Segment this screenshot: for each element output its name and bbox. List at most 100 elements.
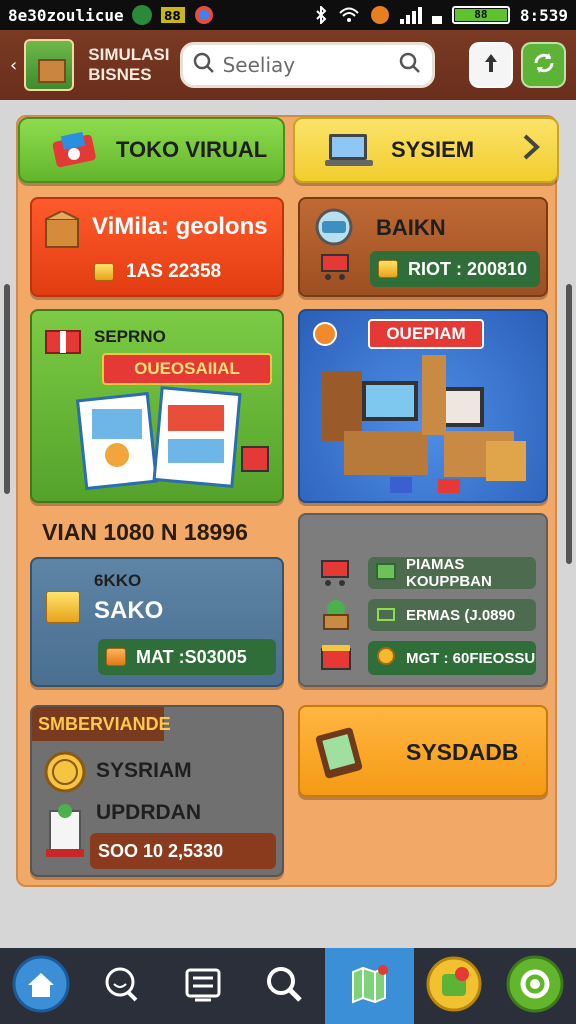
- clock: 8:539: [519, 5, 568, 25]
- nav-settings[interactable]: [495, 948, 576, 1024]
- list-icon: [183, 964, 223, 1008]
- refresh-button[interactable]: [521, 42, 567, 88]
- chevron-left-icon[interactable]: ‹: [10, 55, 20, 76]
- nav-search[interactable]: [244, 948, 325, 1024]
- browser-icon: [194, 5, 214, 25]
- list-pill: PIAMAS KOUPPBAN: [368, 556, 536, 590]
- box-icon: [376, 562, 396, 584]
- basket-icon: [376, 604, 396, 626]
- bank-stat-pill: RIOT : 200810: [370, 251, 540, 287]
- chat-search-icon: [102, 964, 142, 1008]
- chevron-right-icon: [519, 132, 543, 168]
- server-badge: SMBERVIANDE: [32, 707, 171, 741]
- card-stat: RIOT : 200810: [408, 258, 528, 279]
- gold-icon: [378, 260, 398, 278]
- wifi-icon: [338, 6, 360, 24]
- gold-stack-icon: [106, 648, 126, 666]
- laptop-icon: [323, 130, 375, 170]
- store-card[interactable]: OUEPIAM: [298, 309, 548, 503]
- plant-basket-icon: [318, 599, 354, 635]
- sako-stat-pill: MAT :S03005: [98, 639, 276, 675]
- sysadb-button[interactable]: SYSDADB: [298, 705, 548, 797]
- card-stat: SOO 10 2,5330: [98, 840, 224, 861]
- wallet-icon: [426, 956, 482, 1016]
- list-label: ERMAS (J.0890: [406, 606, 516, 624]
- bank-card[interactable]: BAIKN RIOT : 200810: [298, 197, 548, 297]
- sako-card[interactable]: 6KKO SAKO MAT :S03005: [30, 557, 284, 687]
- refresh-icon: [531, 50, 557, 80]
- settings-icon: [506, 955, 564, 1017]
- gift-box-icon: [44, 323, 82, 359]
- search-input[interactable]: Seeliay: [179, 42, 435, 88]
- tab-label: TOKO VIRUAL: [116, 137, 268, 162]
- list-item[interactable]: PIAMAS KOUPPBAN: [318, 556, 544, 591]
- right-scroll-indicator[interactable]: [566, 284, 572, 564]
- tab-toko-virtual[interactable]: TOKO VIRUAL: [18, 117, 285, 183]
- card-title: BAIKN: [376, 215, 446, 240]
- list-item[interactable]: ERMAS (J.0890: [318, 599, 544, 633]
- home-icon: [12, 955, 70, 1017]
- list-item[interactable]: MGT : 60FIEOSSU: [318, 641, 544, 677]
- search-icon: [193, 52, 215, 78]
- notification-icon: [131, 5, 152, 25]
- card-stat: MAT :S03005: [136, 646, 247, 667]
- main-panel: TOKO VIRUAL SYSIEM ViMila: geolons 1AS 2…: [16, 115, 559, 887]
- server-card[interactable]: SMBERVIANDE SYSRIAM UPDRDAN SOO 10 2,533…: [30, 705, 284, 877]
- coin-icon: [44, 751, 86, 797]
- tab-label: SYSIEM: [391, 137, 475, 162]
- tab-sysiem[interactable]: SYSIEM: [293, 117, 559, 183]
- ticket-icon: [48, 130, 100, 170]
- alert-icon: [370, 5, 390, 25]
- cart-icon: [318, 557, 354, 591]
- svg-text:88: 88: [164, 9, 181, 23]
- list-card: PIAMAS KOUPPBAN ERMAS (J.0890 MGT: 60FI…: [298, 513, 548, 687]
- list-label: MGT : 60FIEOSSU: [406, 649, 536, 667]
- list-pill: ERMAS (J.0890: [368, 599, 536, 631]
- section-heading: VIAN 1080 N 18996: [42, 519, 248, 545]
- left-scroll-indicator: [4, 284, 10, 494]
- store-banner: OUEPIAM: [368, 319, 484, 349]
- search-submit-icon[interactable]: [398, 51, 422, 79]
- nav-wallet[interactable]: [414, 948, 495, 1024]
- brochure-illustration: [72, 385, 272, 499]
- bottom-nav: [0, 948, 576, 1024]
- promo-banner: OUEOSAIIAL: [102, 353, 272, 385]
- safe-icon: [314, 207, 354, 251]
- signal-2-icon: [431, 6, 442, 24]
- card-stat: 1AS 22358: [126, 261, 222, 282]
- server-line2: UPDRDAN: [96, 801, 201, 824]
- coin-icon: [376, 646, 396, 670]
- upload-button[interactable]: [468, 42, 514, 88]
- gold-stack-icon: [94, 263, 114, 281]
- promo-card[interactable]: SEPRNO OUEOSAIIAL: [30, 309, 284, 503]
- pin-icon: [312, 321, 338, 351]
- battery-icon: 88: [451, 6, 510, 24]
- search-placeholder: Seeliay: [222, 53, 296, 77]
- sysadb-label: SYSDADB: [406, 739, 519, 765]
- list-label: PIAMAS KOUPPBAN: [406, 556, 492, 590]
- nav-list[interactable]: [162, 948, 243, 1024]
- app-logo: [23, 39, 75, 91]
- crate-icon: [318, 641, 354, 677]
- upload-icon: [479, 51, 503, 79]
- app-header: ‹ SIMULASI BISNES Seeliay: [0, 30, 576, 100]
- server-rack-icon: [44, 803, 86, 865]
- store-illustration: [314, 351, 538, 501]
- sako-line2: SAKO: [94, 597, 164, 624]
- server-line1: SYSRIAM: [96, 759, 192, 782]
- search-icon: [264, 964, 304, 1008]
- status-text: 8e30zoulicue: [8, 5, 124, 25]
- server-stat-pill: SOO 10 2,5330: [90, 833, 276, 869]
- list-pill: MGT : 60FIEOSSU: [368, 641, 536, 675]
- stat-card-orange[interactable]: ViMila: geolons 1AS 22358: [30, 197, 284, 297]
- gold-icon: [46, 591, 80, 623]
- app-notification-icon: 88: [160, 6, 186, 24]
- cart-icon: [318, 251, 354, 285]
- sako-line1: 6KKO: [94, 571, 142, 590]
- nav-map[interactable]: [324, 948, 414, 1024]
- card-title: ViMila: geolons: [92, 213, 268, 240]
- nav-home[interactable]: [0, 948, 81, 1024]
- signal-icon: [399, 6, 422, 24]
- status-bar: 8e30zoulicue 88 88 8:539: [0, 0, 576, 30]
- nav-chat[interactable]: [81, 948, 162, 1024]
